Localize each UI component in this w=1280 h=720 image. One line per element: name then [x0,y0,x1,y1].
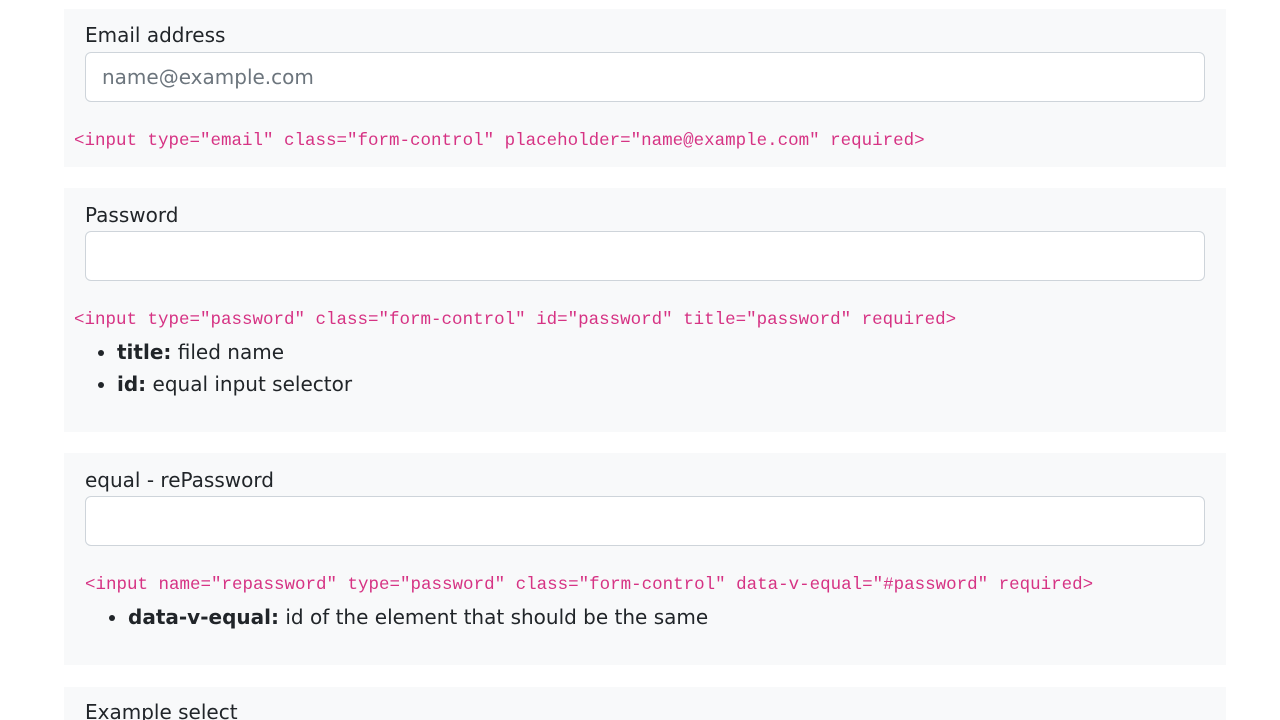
note-description: equal input selector [146,372,353,396]
repassword-input[interactable] [85,496,1205,546]
email-input[interactable] [85,52,1205,102]
note-term: title: [117,340,172,364]
list-item: id: equal input selector [117,368,352,400]
repassword-label: equal - rePassword [85,468,274,492]
select-label: Example select [85,700,238,720]
note-description: filed name [171,340,284,364]
page: Email address <input type="email" class=… [0,0,1280,720]
repassword-code-snippet: <input name="repassword" type="password"… [85,575,1094,595]
password-input[interactable] [85,231,1205,281]
note-term: data-v-equal: [128,605,279,629]
repassword-example-card: equal - rePassword <input name="repasswo… [64,453,1226,665]
note-term: id: [117,372,147,396]
note-description: id of the element that should be the sam… [278,605,709,629]
email-code-snippet: <input type="email" class="form-control"… [74,131,925,151]
select-example-card: Example select [64,687,1226,720]
email-example-card: Email address <input type="email" class=… [64,9,1226,167]
password-code-snippet: <input type="password" class="form-contr… [74,310,957,330]
password-notes-list: title: filed name id: equal input select… [95,336,352,400]
email-label: Email address [85,23,226,47]
repassword-notes-list: data-v-equal: id of the element that sho… [106,601,708,633]
password-example-card: Password <input type="password" class="f… [64,188,1226,432]
list-item: data-v-equal: id of the element that sho… [128,601,708,633]
list-item: title: filed name [117,336,352,368]
password-label: Password [85,203,179,227]
